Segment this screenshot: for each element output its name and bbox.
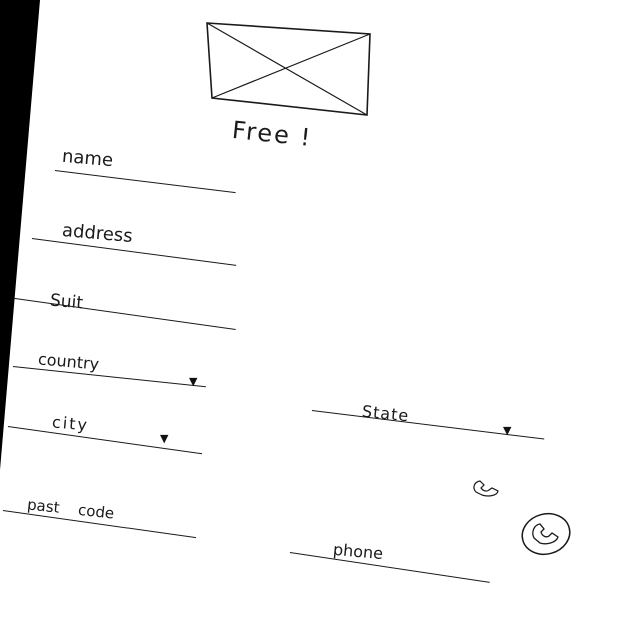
city-dropdown[interactable] [7,426,203,455]
address-field[interactable] [31,238,237,266]
sketch-paper: Free ! name address Suit country ▼ city … [0,0,640,640]
phone-icon [473,480,499,497]
city-label: city [51,412,90,435]
image-placeholder-icon [206,22,371,116]
country-dropdown[interactable] [12,366,206,388]
phone-field[interactable] [289,552,490,583]
country-dropdown-arrow-icon[interactable]: ▼ [189,376,197,387]
state-dropdown-arrow-icon[interactable]: ▼ [503,425,511,436]
suit-field[interactable] [7,297,236,331]
page-title: Free ! [230,115,314,153]
postcode-label: past code [26,495,116,523]
suit-label: Suit [49,290,84,314]
phone-icon [521,512,571,556]
city-dropdown-arrow-icon[interactable]: ▼ [160,433,168,444]
name-field[interactable] [54,170,236,194]
name-label: name [61,145,114,172]
